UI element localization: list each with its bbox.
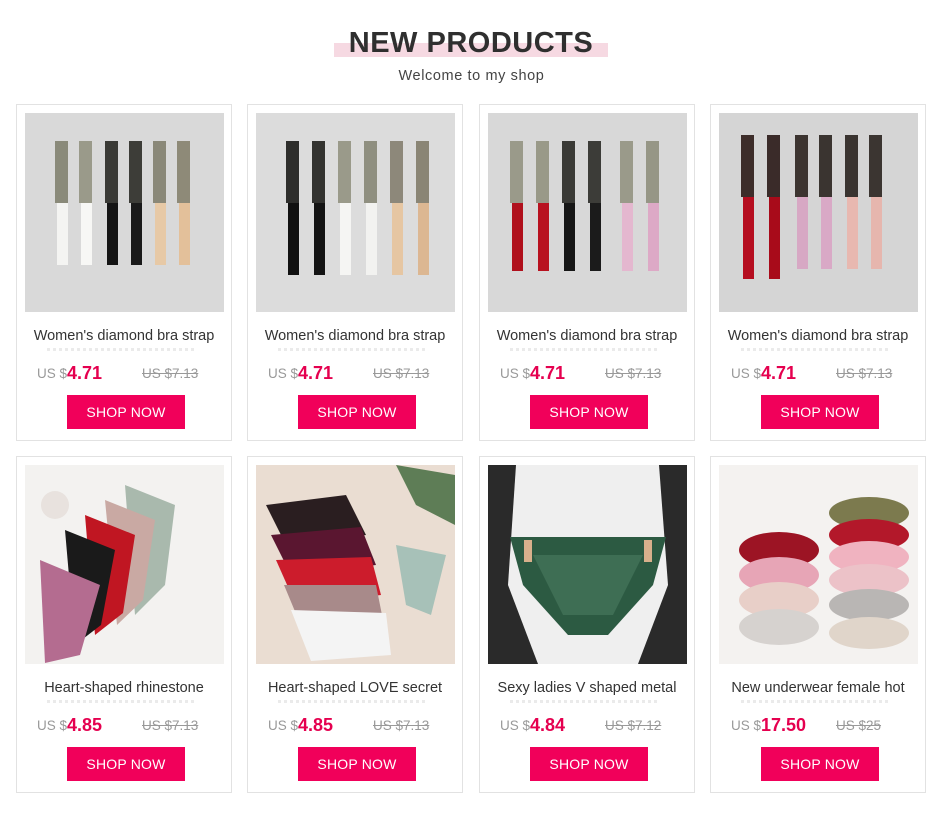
price-row: US $ 17.50 US $25: [711, 714, 927, 736]
product-image[interactable]: [488, 465, 687, 664]
price-row: US $ 4.71 US $7.13: [711, 362, 927, 384]
product-name[interactable]: New underwear female hot: [715, 677, 921, 701]
price-row: US $ 4.71 US $7.13: [248, 362, 464, 384]
price-row: US $ 4.85 US $7.13: [17, 714, 233, 736]
original-price: US $7.13: [373, 718, 430, 733]
sale-price: 4.84: [530, 715, 566, 735]
product-card[interactable]: Women's diamond bra strap US $ 4.71 US $…: [710, 104, 926, 441]
product-card[interactable]: Heart-shaped rhinestone US $ 4.85 US $7.…: [16, 456, 232, 793]
product-card[interactable]: Heart-shaped LOVE secret US $ 4.85 US $7…: [247, 456, 463, 793]
page-subtitle: Welcome to my shop: [398, 68, 545, 84]
product-name[interactable]: Women's diamond bra strap: [484, 325, 690, 349]
currency-label: US $: [731, 366, 762, 381]
page-header: NEW PRODUCTS Welcome to my shop: [0, 0, 943, 100]
product-name[interactable]: Women's diamond bra strap: [21, 325, 227, 349]
price-row: US $ 4.84 US $7.12: [480, 714, 696, 736]
currency-label: US $: [37, 718, 68, 733]
sale-price: 4.71: [298, 363, 334, 383]
shop-now-button[interactable]: SHOP NOW: [298, 747, 416, 781]
sale-price: 4.85: [67, 715, 103, 735]
shop-now-button[interactable]: SHOP NOW: [761, 395, 879, 429]
original-price: US $7.13: [142, 366, 199, 381]
product-image[interactable]: [256, 465, 455, 664]
sale-price: 4.71: [761, 363, 797, 383]
original-price: US $7.12: [605, 718, 662, 733]
shop-now-button[interactable]: SHOP NOW: [530, 395, 648, 429]
sale-price: 17.50: [761, 715, 807, 735]
currency-label: US $: [268, 718, 299, 733]
currency-label: US $: [731, 718, 762, 733]
product-name[interactable]: Women's diamond bra strap: [252, 325, 458, 349]
price-row: US $ 4.71 US $7.13: [17, 362, 233, 384]
shop-now-button[interactable]: SHOP NOW: [67, 747, 185, 781]
sale-price: 4.71: [67, 363, 103, 383]
product-image[interactable]: [25, 113, 224, 312]
product-card[interactable]: Women's diamond bra strap US $ 4.71 US $…: [247, 104, 463, 441]
price-row: US $ 4.71 US $7.13: [480, 362, 696, 384]
original-price: US $7.13: [836, 366, 893, 381]
original-price: US $25: [836, 718, 882, 733]
shop-now-button[interactable]: SHOP NOW: [761, 747, 879, 781]
product-card[interactable]: Sexy ladies V shaped metal US $ 4.84 US …: [479, 456, 695, 793]
title-block: NEW PRODUCTS: [334, 26, 608, 60]
sale-price: 4.71: [530, 363, 566, 383]
product-image[interactable]: [719, 113, 918, 312]
product-image[interactable]: [25, 465, 224, 664]
currency-label: US $: [268, 366, 299, 381]
product-name[interactable]: Heart-shaped rhinestone: [21, 677, 227, 701]
product-image[interactable]: [256, 113, 455, 312]
product-card[interactable]: New underwear female hot US $ 17.50 US $…: [710, 456, 926, 793]
product-card[interactable]: Women's diamond bra strap US $ 4.71 US $…: [479, 104, 695, 441]
currency-label: US $: [37, 366, 68, 381]
product-image[interactable]: [719, 465, 918, 664]
shop-now-button[interactable]: SHOP NOW: [298, 395, 416, 429]
product-name[interactable]: Sexy ladies V shaped metal: [484, 677, 690, 701]
sale-price: 4.85: [298, 715, 334, 735]
shop-now-button[interactable]: SHOP NOW: [67, 395, 185, 429]
product-name[interactable]: Women's diamond bra strap: [715, 325, 921, 349]
product-card[interactable]: Women's diamond bra strap US $ 4.71 US $…: [16, 104, 232, 441]
original-price: US $7.13: [373, 366, 430, 381]
price-row: US $ 4.85 US $7.13: [248, 714, 464, 736]
shop-now-button[interactable]: SHOP NOW: [530, 747, 648, 781]
currency-label: US $: [500, 366, 531, 381]
page-title: NEW PRODUCTS: [348, 27, 594, 59]
original-price: US $7.13: [142, 718, 199, 733]
product-name[interactable]: Heart-shaped LOVE secret: [252, 677, 458, 701]
currency-label: US $: [500, 718, 531, 733]
product-image[interactable]: [488, 113, 687, 312]
original-price: US $7.13: [605, 366, 662, 381]
